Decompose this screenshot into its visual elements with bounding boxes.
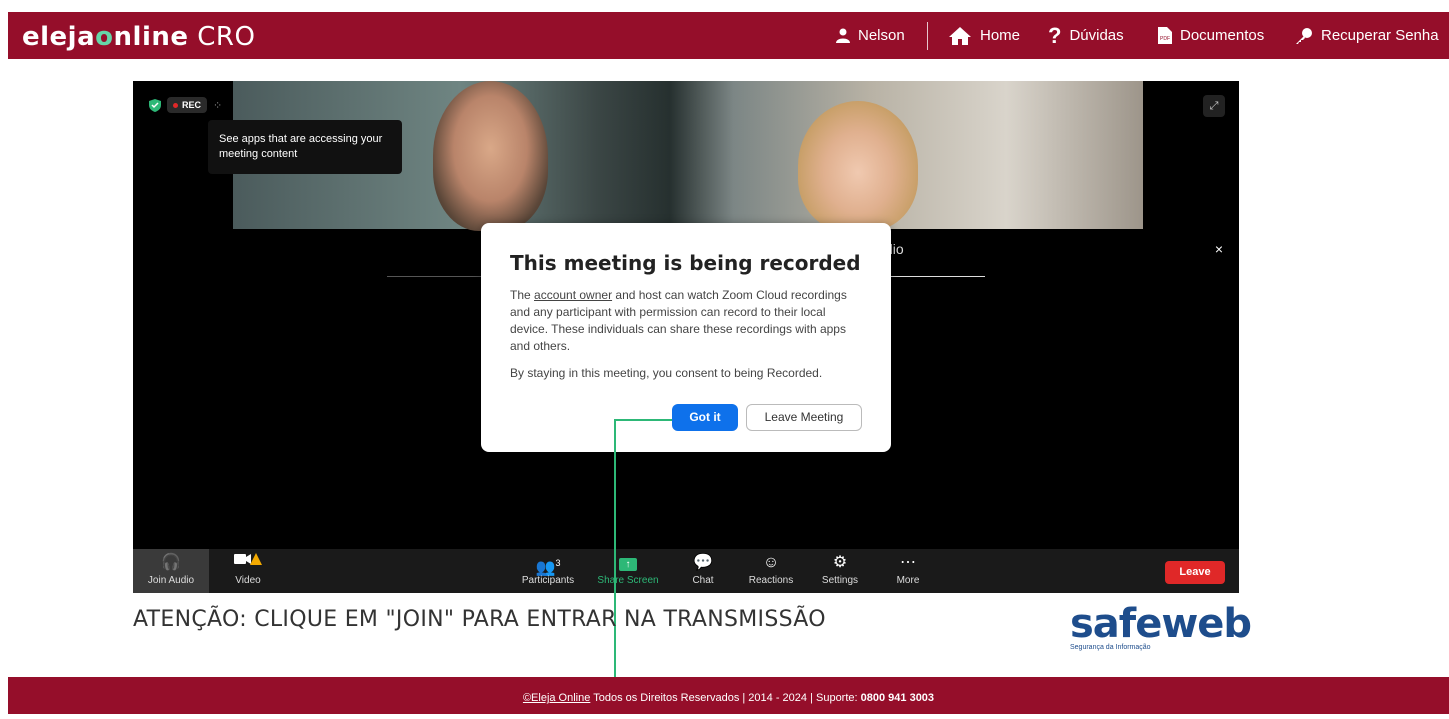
top-bar: elejaonline CRO Nelson Home ? Dúvidas PD…: [0, 0, 1449, 59]
more-button[interactable]: ⋯ More: [888, 549, 928, 593]
reactions-label: Reactions: [748, 575, 794, 586]
settings-label: Settings: [821, 575, 859, 586]
attention-message: ATENÇÃO: CLIQUE EM "JOIN" PARA ENTRAR NA…: [133, 607, 826, 632]
footer-text: Todos os Direitos Reservados | 2014 - 20…: [590, 692, 861, 704]
participant-man: [433, 81, 548, 231]
apps-grid-icon[interactable]: ⁘: [213, 99, 222, 112]
logo-text-bold: eleja: [22, 22, 96, 52]
logo-o: o: [95, 22, 114, 52]
participants-label: Participants: [521, 575, 575, 586]
key-icon: [1296, 27, 1312, 44]
annotation-pointer-vertical: [614, 419, 616, 714]
chat-icon: 💬: [693, 554, 713, 571]
account-owner-link[interactable]: account owner: [534, 288, 612, 302]
header-bar: elejaonline CRO Nelson Home ? Dúvidas PD…: [8, 12, 1449, 59]
background-divider-right: [889, 276, 985, 277]
participant-woman: [798, 101, 918, 231]
nav-user[interactable]: Nelson: [836, 12, 905, 59]
video-button[interactable]: Video: [223, 549, 273, 593]
chat-button[interactable]: 💬 Chat: [683, 549, 723, 593]
share-screen-icon: ↑: [593, 551, 663, 575]
video-warning-icon: [223, 551, 273, 575]
annotation-pointer-horizontal: [614, 419, 672, 421]
video-label: Video: [235, 575, 261, 586]
documentos-label: Documentos: [1180, 27, 1265, 44]
footer-phone: 0800 941 3003: [860, 692, 935, 704]
rec-label: REC: [182, 100, 202, 110]
recuperar-senha-link[interactable]: Recuperar Senha: [1295, 27, 1439, 45]
dialog-body-pre: The: [510, 288, 535, 302]
duvidas-link[interactable]: ? Dúvidas: [1048, 23, 1124, 49]
dialog-body: The account owner and host can watch Zoo…: [510, 287, 865, 355]
nav-divider-wrap: [927, 12, 928, 59]
more-label: More: [896, 575, 920, 586]
recording-indicator: REC ⁘: [149, 97, 222, 113]
nav-divider: [927, 21, 928, 50]
gear-icon: ⚙: [832, 554, 848, 571]
background-divider-left: [387, 276, 487, 277]
logo-suffix: CRO: [197, 22, 256, 52]
fullscreen-icon[interactable]: ⤢: [1203, 95, 1225, 117]
dialog-consent-text: By staying in this meeting, you consent …: [510, 366, 823, 380]
recuperar-senha-label: Recuperar Senha: [1321, 27, 1439, 44]
documentos-link[interactable]: PDF Documentos: [1158, 27, 1264, 44]
reactions-icon: ☺: [762, 554, 780, 571]
home-link[interactable]: Home: [948, 26, 1020, 46]
user-icon: [836, 28, 850, 43]
headphones-icon: 🎧: [161, 554, 181, 571]
home-icon: [949, 26, 971, 45]
duvidas-label: Dúvidas: [1069, 27, 1124, 44]
pdf-document-icon: PDF: [1158, 27, 1172, 44]
home-label: Home: [980, 27, 1021, 44]
rec-badge[interactable]: REC: [167, 97, 208, 113]
user-menu[interactable]: Nelson: [836, 27, 905, 44]
zoom-toolbar: 🎧 Join Audio Video 👥3 Participants ↑ Sha…: [133, 549, 1239, 593]
settings-button[interactable]: ⚙ Settings: [815, 549, 865, 593]
share-screen-button[interactable]: ↑ Share Screen: [593, 549, 663, 593]
join-audio-item: 🎧 Join Audio: [133, 549, 209, 593]
close-icon[interactable]: ×: [1215, 241, 1223, 257]
got-it-button[interactable]: Got it: [672, 404, 738, 431]
question-icon: ?: [1048, 22, 1062, 48]
join-audio-label: Join Audio: [147, 575, 195, 586]
nav-duvidas[interactable]: ? Dúvidas: [1048, 12, 1124, 59]
participants-icon: 👥3: [535, 558, 561, 577]
shield-check-icon: [149, 98, 161, 112]
svg-text:PDF: PDF: [1160, 36, 1170, 42]
share-screen-label: Share Screen: [597, 575, 659, 586]
footer: ©Eleja Online Todos os Direitos Reservad…: [8, 677, 1449, 714]
safeweb-name: safeweb: [1070, 601, 1252, 647]
more-dots-icon: ⋯: [900, 554, 916, 571]
user-name: Nelson: [858, 27, 905, 44]
eleja-online-logo[interactable]: elejaonline CRO: [22, 22, 255, 52]
safeweb-logo: safeweb Segurança da Informação: [1070, 601, 1252, 651]
leave-button[interactable]: Leave: [1165, 561, 1225, 584]
leave-meeting-button[interactable]: Leave Meeting: [746, 404, 862, 431]
recording-consent-dialog: This meeting is being recorded The accou…: [481, 223, 891, 452]
rec-dot-icon: [173, 102, 178, 108]
eleja-online-footer-link[interactable]: ©Eleja Online: [523, 692, 590, 704]
join-audio-button[interactable]: 🎧 Join Audio: [133, 549, 209, 593]
participants-button[interactable]: 👥3 Participants: [513, 549, 583, 593]
nav-documentos[interactable]: PDF Documentos: [1158, 12, 1264, 59]
participants-count: 3: [555, 558, 561, 568]
reactions-button[interactable]: ☺ Reactions: [743, 549, 799, 593]
apps-tooltip: See apps that are accessing your meeting…: [208, 120, 402, 174]
dialog-title: This meeting is being recorded: [510, 251, 861, 275]
chat-label: Chat: [692, 575, 714, 586]
nav-home[interactable]: Home: [948, 12, 1020, 59]
logo-text-rest: nline: [113, 22, 189, 52]
nav-recuperar[interactable]: Recuperar Senha: [1295, 12, 1439, 59]
